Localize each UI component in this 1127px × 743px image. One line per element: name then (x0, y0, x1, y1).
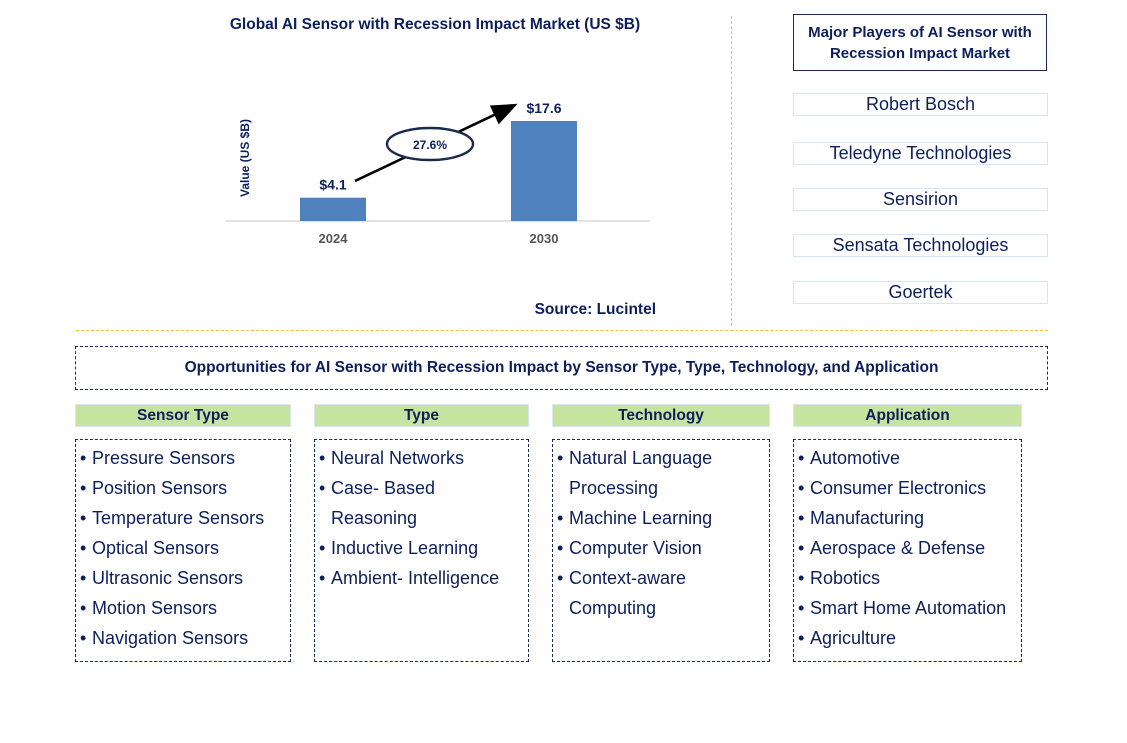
source-label: Source: Lucintel (534, 301, 656, 318)
players-title: Major Players of AI Sensor with Recessio… (793, 14, 1047, 71)
list-item: • Ambient- Intelligence (319, 563, 528, 593)
category-list-application: • Automotive • Consumer Electronics • Manufac… (793, 439, 1022, 662)
data-label-2030: $17.6 (526, 100, 561, 116)
bullet-icon: • (319, 568, 326, 588)
bullet-icon: • (80, 628, 87, 648)
bar-2024 (300, 197, 366, 221)
bullet-icon: • (557, 508, 564, 528)
bullet-icon: • (319, 478, 326, 498)
bullet-icon: • (557, 448, 564, 468)
player-robert-bosch: Robert Bosch (793, 93, 1048, 116)
list-item: • Motion Sensors (80, 593, 290, 623)
player-teledyne: Teledyne Technologies (793, 142, 1048, 165)
list-item: • Case- Based (319, 473, 528, 503)
list-item: Processing (569, 478, 659, 498)
list-item: • Inductive Learning (319, 533, 528, 563)
list-item: • Consumer Electronics (798, 473, 1021, 503)
bar-2030 (511, 121, 577, 221)
list-item: • Pressure Sensors (80, 443, 290, 473)
list-item: • Temperature Sensors (80, 503, 290, 533)
list-item: • Computer Vision (557, 533, 769, 563)
bullet-icon: • (319, 538, 326, 558)
category-header-application: Application (793, 404, 1022, 427)
list-item: • Neural Networks (319, 443, 528, 473)
x-tick-2030: 2030 (530, 231, 559, 246)
list-item: • Aerospace & Defense (798, 533, 1021, 563)
bullet-icon: • (798, 598, 805, 618)
category-header-type: Type (314, 404, 529, 427)
list-item: • Smart Home Automation (798, 593, 1021, 623)
chart-title: Global AI Sensor with Recession Impact M… (229, 16, 641, 33)
vertical-divider (731, 16, 732, 326)
list-item: • Agriculture (798, 623, 1021, 653)
bar-chart: Value (US $B) $4.1 2024 $17.6 2030 27.6% (226, 100, 650, 246)
cagr-annotation: 27.6% (354, 103, 518, 183)
player-goertek: Goertek (793, 281, 1048, 304)
category-header-technology: Technology (552, 404, 770, 427)
bullet-icon: • (557, 538, 564, 558)
bullet-icon: • (319, 448, 326, 468)
opportunities-title: Opportunities for AI Sensor with Recessi… (75, 346, 1048, 390)
cagr-label: 27.6% (413, 138, 447, 152)
list-item: Reasoning (331, 508, 418, 528)
list-item: Computing (569, 598, 657, 618)
category-header-sensor-type: Sensor Type (75, 404, 291, 427)
bullet-icon: • (80, 508, 87, 528)
bullet-icon: • (798, 538, 805, 558)
list-item: • Machine Learning (557, 503, 769, 533)
bullet-icon: • (80, 538, 87, 558)
bullet-icon: • (80, 598, 87, 618)
list-item: • Ultrasonic Sensors (80, 563, 290, 593)
bullet-icon: • (80, 448, 87, 468)
bullet-icon: • (798, 448, 805, 468)
horizontal-divider (76, 330, 1048, 331)
list-item: • Context-aware (557, 563, 769, 593)
list-item: • Navigation Sensors (80, 623, 290, 653)
category-list-sensor-type: • Pressure Sensors • Position Sensors • Tempe… (75, 439, 291, 662)
list-item: • Automotive (798, 443, 1021, 473)
list-item: • Optical Sensors (80, 533, 290, 563)
list-item: • Natural Language (557, 443, 769, 473)
bullet-icon: • (798, 628, 805, 648)
category-list-type: • Neural Networks • Case- Based Reasoning • In… (314, 439, 529, 662)
bullet-icon: • (798, 568, 805, 588)
list-item: • Position Sensors (80, 473, 290, 503)
list-item: • Robotics (798, 563, 1021, 593)
x-tick-2024: 2024 (319, 231, 349, 246)
player-sensata: Sensata Technologies (793, 234, 1048, 257)
bullet-icon: • (798, 478, 805, 498)
player-sensirion: Sensirion (793, 188, 1048, 211)
y-axis-label: Value (US $B) (238, 119, 252, 197)
category-list-technology: • Natural Language Processing • Machine Lear… (552, 439, 770, 662)
bullet-icon: • (557, 568, 564, 588)
data-label-2024: $4.1 (319, 177, 346, 193)
bullet-icon: • (80, 478, 87, 498)
bullet-icon: • (80, 568, 87, 588)
bullet-icon: • (798, 508, 805, 528)
list-item: • Manufacturing (798, 503, 1021, 533)
